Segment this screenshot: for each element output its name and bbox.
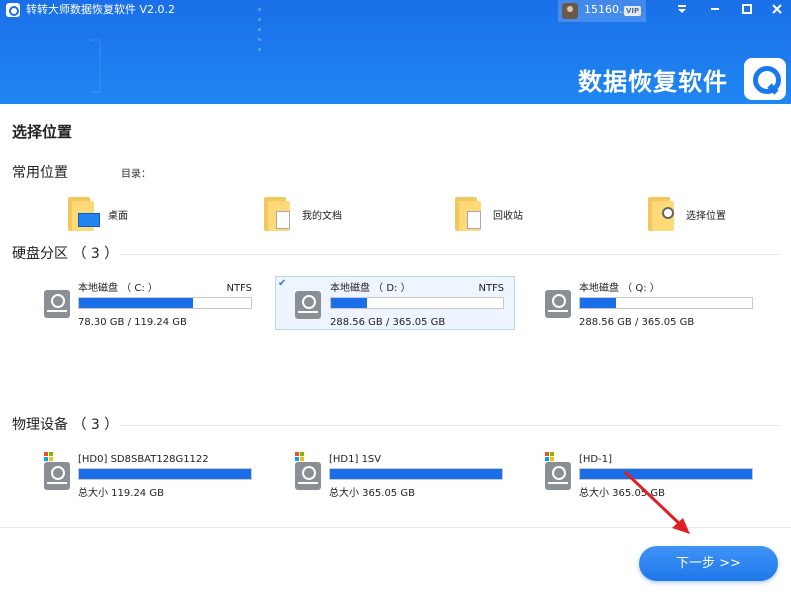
avatar [562,3,578,19]
common-locations-title: 常用位置 [12,165,68,181]
search-folder-icon [648,197,678,231]
device-name: [HD1] 1SV [329,454,382,465]
divider [120,254,780,255]
close-icon[interactable] [763,0,791,22]
usage-bar-fill [580,469,752,479]
disk-icon [44,462,70,490]
location-label: 我的文档 [302,211,342,222]
window-title: 转转大师数据恢复软件 V2.0.2 [26,3,176,16]
maximize-icon[interactable] [733,0,761,22]
drive-filesystem: NTFS [226,283,252,294]
device-size: 总大小 365.05 GB [579,488,665,499]
minimize-icon[interactable] [701,0,729,22]
usage-bar [579,468,753,480]
usage-bar-fill [79,469,251,479]
partitions-title: 硬盘分区 （ 3 ） [12,246,119,262]
windows-logo-icon [295,452,304,461]
app-header: 转转大师数据恢复软件 V2.0.2 15160... VIP 数据恢复软件 [0,0,791,104]
device-name: [HD-1] [579,454,612,465]
divider [120,425,780,426]
magnifier-logo-icon [744,58,786,100]
location-recycle-bin[interactable]: 回收站 [455,193,575,233]
location-desktop[interactable]: 桌面 [68,193,188,233]
app-logo-icon [6,3,20,17]
next-step-button[interactable]: 下一步 >> [639,546,778,581]
documents-folder-icon [264,197,294,231]
usage-bar-fill [331,298,368,308]
usage-bar-fill [580,298,617,308]
drive-filesystem: NTFS [478,283,504,294]
device-size: 总大小 365.05 GB [329,488,415,499]
location-label: 选择位置 [686,211,726,222]
usage-bar-fill [330,469,502,479]
drive-name: 本地磁盘 （ Q: ） [579,283,660,294]
usage-bar-fill [79,298,193,308]
device-hd1[interactable]: [HD1] 1SV 总大小 365.05 GB [291,448,531,502]
user-account[interactable]: 15160... VIP [558,0,646,22]
partition-q[interactable]: 本地磁盘 （ Q: ） 288.56 GB / 365.05 GB [541,276,781,330]
partition-c[interactable]: 本地磁盘 （ C: ） NTFS 78.30 GB / 119.24 GB [40,276,280,330]
page-title: 选择位置 [12,123,73,141]
disk-icon [545,290,571,318]
drive-size: 288.56 GB / 365.05 GB [579,317,695,328]
disk-icon [295,291,321,319]
banner-title: 数据恢复软件 [578,68,728,96]
directory-label: 目录： [121,169,151,180]
user-id: 15160... [584,3,630,16]
disk-icon [44,290,70,318]
partition-d[interactable]: ✔ 本地磁盘 （ D: ） NTFS 288.56 GB / 365.05 GB [275,276,515,330]
usage-bar [78,297,252,309]
device-hd0[interactable]: [HD0] SD8SBAT128G1122 总大小 119.24 GB [40,448,280,502]
windows-logo-icon [545,452,554,461]
drive-name: 本地磁盘 （ D: ） [330,283,411,294]
dropdown-icon[interactable] [668,0,696,22]
drive-name: 本地磁盘 （ C: ） [78,283,158,294]
usage-bar [330,297,504,309]
usage-bar [579,297,753,309]
vip-badge: VIP [624,6,642,16]
drive-size: 288.56 GB / 365.05 GB [330,317,446,328]
usage-bar [329,468,503,480]
windows-logo-icon [44,452,53,461]
drive-size: 78.30 GB / 119.24 GB [78,317,187,328]
device-hd-1[interactable]: [HD-1] 总大小 365.05 GB [541,448,781,502]
location-documents[interactable]: 我的文档 [264,193,384,233]
disk-icon [545,462,571,490]
device-size: 总大小 119.24 GB [78,488,164,499]
device-name: [HD0] SD8SBAT128G1122 [78,454,209,465]
check-icon: ✔ [278,278,287,289]
usage-bar [78,468,252,480]
location-label: 桌面 [108,211,128,222]
footer-divider [0,527,791,528]
recycle-bin-folder-icon [455,197,485,231]
devices-title: 物理设备 （ 3 ） [12,417,119,433]
desktop-folder-icon [68,197,100,231]
disk-icon [295,462,321,490]
location-choose[interactable]: 选择位置 [648,193,768,233]
location-label: 回收站 [493,211,523,222]
